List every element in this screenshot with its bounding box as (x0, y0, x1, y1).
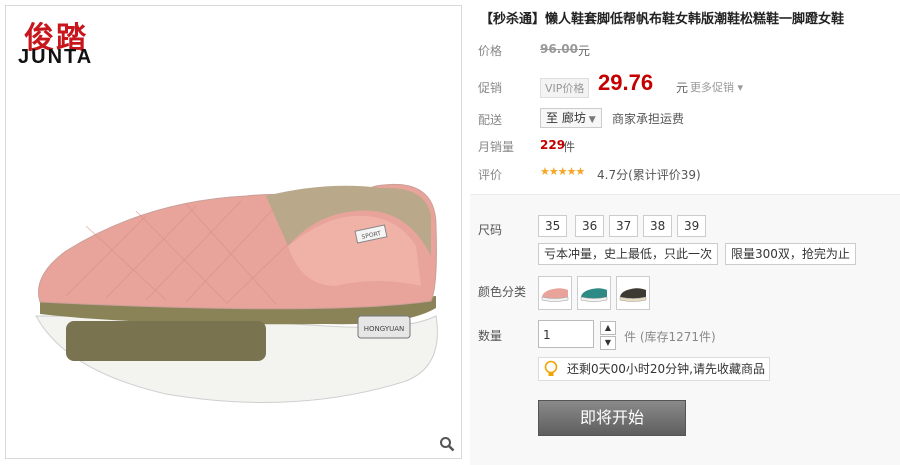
size-option-37[interactable]: 37 (609, 215, 639, 237)
magnifier-icon[interactable] (439, 436, 455, 452)
more-promo-label: 更多促销 (690, 81, 734, 94)
caret-down-icon: ▾ (734, 81, 744, 94)
promo-price: 29.76 (598, 70, 654, 95)
black-shoe-thumbnail (619, 288, 647, 302)
quantity-input[interactable]: 1 (538, 320, 594, 348)
promo-tag-2[interactable]: 限量300双，抢完为止 (725, 243, 856, 265)
buy-button[interactable]: 即将开始 (538, 400, 686, 436)
size-option-39[interactable]: 39 (677, 215, 707, 237)
color-label: 颜色分类 (478, 285, 527, 299)
shipping-label: 配送 (478, 113, 503, 127)
price-label: 价格 (478, 44, 503, 58)
promo-tag-1[interactable]: 亏本冲量，史上最低，只此一次 (538, 243, 719, 265)
size-option-35[interactable]: 35 (538, 215, 568, 237)
shipping-destination-select[interactable]: 至 廊坊 ▼ (540, 108, 602, 128)
size-label: 尺码 (478, 223, 503, 237)
quantity-increase-button[interactable]: ▲ (600, 321, 616, 335)
product-title: 【秒杀通】懒人鞋套脚低帮帆布鞋女韩版潮鞋松糕鞋一脚蹬女鞋 (480, 12, 845, 27)
quantity-label: 数量 (478, 329, 503, 343)
pink-shoe-thumbnail (541, 288, 569, 302)
color-option-pink[interactable] (538, 276, 572, 310)
promo-label: 促销 (478, 81, 503, 95)
shipping-note: 商家承担运费 (612, 112, 685, 126)
rating-stars: ★★★★★ (540, 165, 585, 178)
more-promo-link[interactable]: 更多促销 ▾ (690, 79, 743, 95)
size-option-38[interactable]: 38 (643, 215, 673, 237)
rating-text[interactable]: 4.7分(累计评价39) (597, 166, 701, 183)
brand-logo-en: JUNTA (18, 46, 94, 68)
size-option-36[interactable]: 36 (575, 215, 605, 237)
caret-down-icon: ▼ (585, 115, 596, 125)
rating-label: 评价 (478, 168, 503, 182)
original-price: 96.00 (540, 42, 578, 56)
quantity-decrease-button[interactable]: ▼ (600, 336, 616, 350)
countdown-notice: 还剩0天00小时20分钟,请先收藏商品 (538, 357, 770, 381)
svg-text:HONGYUAN: HONGYUAN (364, 325, 405, 333)
original-price-unit: 元 (578, 44, 591, 58)
countdown-text: 还剩0天00小时20分钟,请先收藏商品 (567, 362, 765, 376)
stock-text: 件 (库存1271件) (624, 330, 716, 344)
teal-shoe-thumbnail (580, 288, 608, 302)
lightbulb-icon (544, 360, 558, 376)
color-option-teal[interactable] (577, 276, 611, 310)
product-image-panel[interactable]: 俊踏 JUNTA HONGYUAN SPORT (5, 5, 462, 459)
monthly-sales-value: 229 (540, 138, 566, 152)
promo-price-unit: 元 (676, 81, 689, 95)
vip-badge: VIP价格 (540, 78, 590, 98)
shoe-image: HONGYUAN SPORT (35, 183, 438, 403)
caret-up-icon: ▲ (604, 323, 612, 332)
monthly-sales-unit: 件 (563, 140, 576, 154)
monthly-sales-label: 月销量 (478, 140, 515, 154)
color-option-black[interactable] (616, 276, 650, 310)
shipping-destination: 至 廊坊 (546, 111, 586, 125)
caret-down-icon: ▼ (604, 338, 612, 347)
